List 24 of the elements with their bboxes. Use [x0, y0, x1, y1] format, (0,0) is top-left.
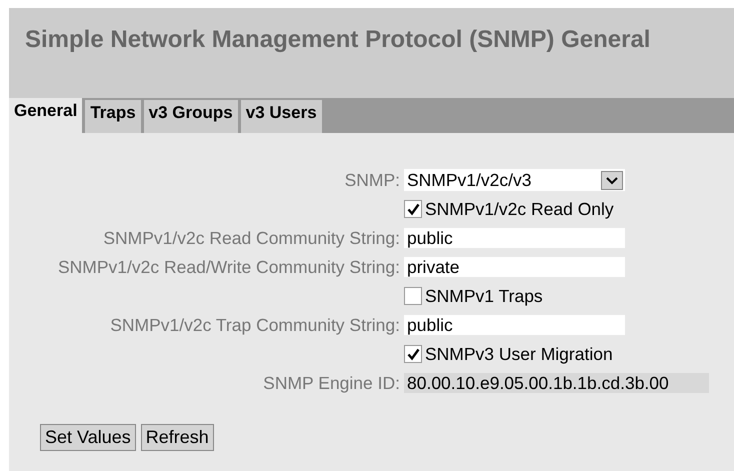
caret-icon: [601, 170, 623, 190]
checkbox[interactable]: [404, 345, 422, 363]
page-title: Simple Network Management Protocol (SNMP) General: [25, 26, 650, 53]
snmp-dropdown[interactable]: SNMPv1/v2c/v3: [404, 169, 625, 191]
input-field[interactable]: public: [404, 315, 625, 335]
tab[interactable]: General: [9, 98, 82, 133]
tab[interactable]: Traps: [85, 100, 141, 133]
checkbox-label: SNMPv3 User Migration: [425, 344, 613, 364]
checkbox-label: SNMPv1 Traps: [425, 286, 543, 306]
tab[interactable]: v3 Groups: [144, 100, 238, 133]
field-label: SNMPv1/v2c Read Community String:: [103, 228, 400, 248]
form-button[interactable]: Refresh: [140, 424, 214, 451]
field-label: SNMPv1/v2c Read/Write Community String:: [58, 256, 400, 276]
input-field[interactable]: private: [404, 257, 625, 277]
checkbox-label: SNMPv1/v2c Read Only: [425, 198, 614, 220]
form-button[interactable]: Set Values: [40, 424, 136, 451]
input-field[interactable]: public: [404, 228, 625, 248]
field-label: SNMPv1/v2c Trap Community String:: [110, 314, 400, 334]
tab[interactable]: v3 Users: [240, 100, 322, 133]
checkbox[interactable]: [404, 287, 422, 305]
checkbox[interactable]: [404, 200, 422, 218]
field-label: SNMP Engine ID:: [263, 372, 400, 392]
field-label: SNMP:: [344, 170, 400, 190]
engine-id-field[interactable]: 80.00.10.e9.05.00.1b.1b.cd.3b.00: [404, 373, 709, 393]
